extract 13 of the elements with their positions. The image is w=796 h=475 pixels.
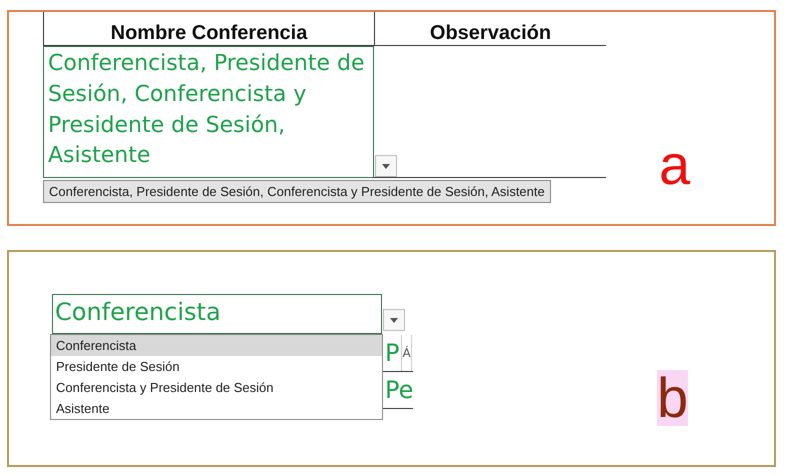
cell-note: Á <box>401 335 412 371</box>
dropdown-option[interactable]: Conferencista <box>51 335 382 356</box>
dropdown-button[interactable] <box>375 155 397 177</box>
caret-icon <box>390 318 398 322</box>
cell-text: P <box>385 338 400 369</box>
cell-text: Pe <box>385 375 413 406</box>
caret-icon <box>382 164 390 168</box>
column-header: Nombre Conferencia <box>110 23 308 43</box>
dropdown-option[interactable]: Conferencista, Presidente de Sesión, Conferencista y Presidente de Sesión, Asistente <box>44 181 550 202</box>
dropdown-button[interactable] <box>383 309 405 331</box>
panel-letter: b <box>657 370 688 426</box>
column-header: Observación <box>430 23 552 43</box>
panel-letter: a <box>659 137 690 193</box>
